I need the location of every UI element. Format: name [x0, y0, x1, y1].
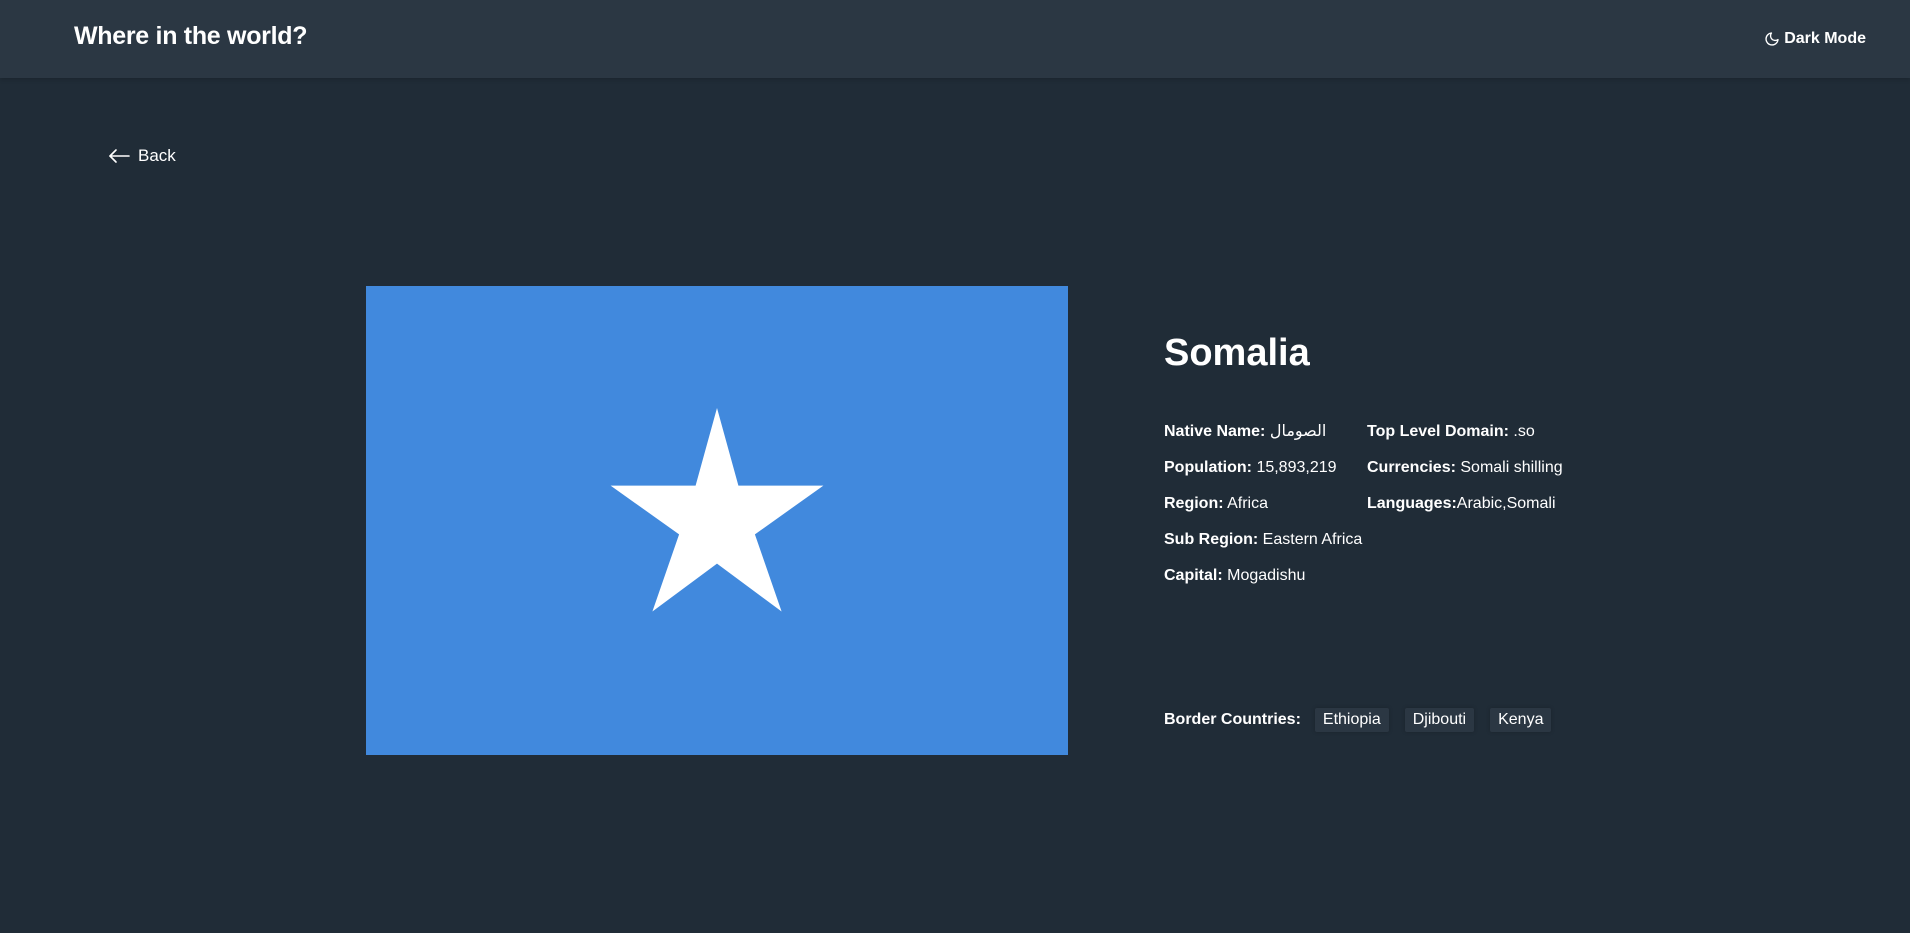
native-name-row: Native Name: الصومال [1164, 422, 1367, 458]
border-country-button[interactable]: Djibouti [1404, 708, 1475, 732]
dark-mode-toggle[interactable]: Dark Mode [1764, 30, 1866, 48]
top-level-domain-label: Top Level Domain: [1367, 423, 1509, 440]
native-name-value: الصومال [1269, 423, 1327, 440]
moon-icon [1764, 31, 1780, 47]
arrow-left-icon [108, 148, 130, 164]
population-value: 15,893,219 [1256, 459, 1337, 476]
sub-region-value: Eastern Africa [1262, 531, 1363, 548]
country-name: Somalia [1164, 332, 1310, 374]
info-column-secondary: Top Level Domain: .so Currencies: Somali… [1367, 422, 1563, 602]
back-label: Back [138, 146, 176, 165]
region-value: Africa [1227, 495, 1269, 512]
region-label: Region: [1164, 495, 1224, 512]
border-country-button[interactable]: Kenya [1490, 708, 1552, 732]
capital-value: Mogadishu [1227, 567, 1306, 584]
languages-row: Languages:Arabic,Somali [1367, 494, 1563, 530]
currencies-label: Currencies: [1367, 459, 1456, 476]
country-details: Somalia Native Name: الصومال Population:… [1164, 330, 1764, 732]
dark-mode-label: Dark Mode [1784, 30, 1866, 47]
top-level-domain-row: Top Level Domain: .so [1367, 422, 1563, 458]
currencies-value: Somali shilling [1460, 459, 1563, 476]
back-button[interactable]: Back [108, 146, 176, 166]
currencies-row: Currencies: Somali shilling [1367, 458, 1563, 494]
border-country-button[interactable]: Ethiopia [1314, 708, 1389, 732]
population-row: Population: 15,893,219 [1164, 458, 1367, 494]
sub-region-row: Sub Region: Eastern Africa [1164, 530, 1367, 566]
border-countries-label: Border Countries: [1164, 711, 1301, 728]
languages-label: Languages: [1367, 495, 1457, 512]
border-countries: Border Countries: Ethiopia Djibouti Keny… [1164, 708, 1567, 732]
capital-row: Capital: Mogadishu [1164, 566, 1367, 602]
app-title: Where in the world? [74, 22, 308, 50]
country-info: Native Name: الصومال Population: 15,893,… [1164, 422, 1563, 602]
top-level-domain-value: .so [1513, 423, 1535, 440]
info-column-primary: Native Name: الصومال Population: 15,893,… [1164, 422, 1367, 602]
languages-value: Arabic,Somali [1456, 495, 1556, 512]
sub-region-label: Sub Region: [1164, 531, 1259, 548]
native-name-label: Native Name: [1164, 423, 1266, 440]
country-flag [366, 286, 1068, 755]
capital-label: Capital: [1164, 567, 1223, 584]
app-header: Where in the world? Dark Mode [0, 0, 1910, 78]
region-row: Region: Africa [1164, 494, 1367, 530]
population-label: Population: [1164, 459, 1252, 476]
